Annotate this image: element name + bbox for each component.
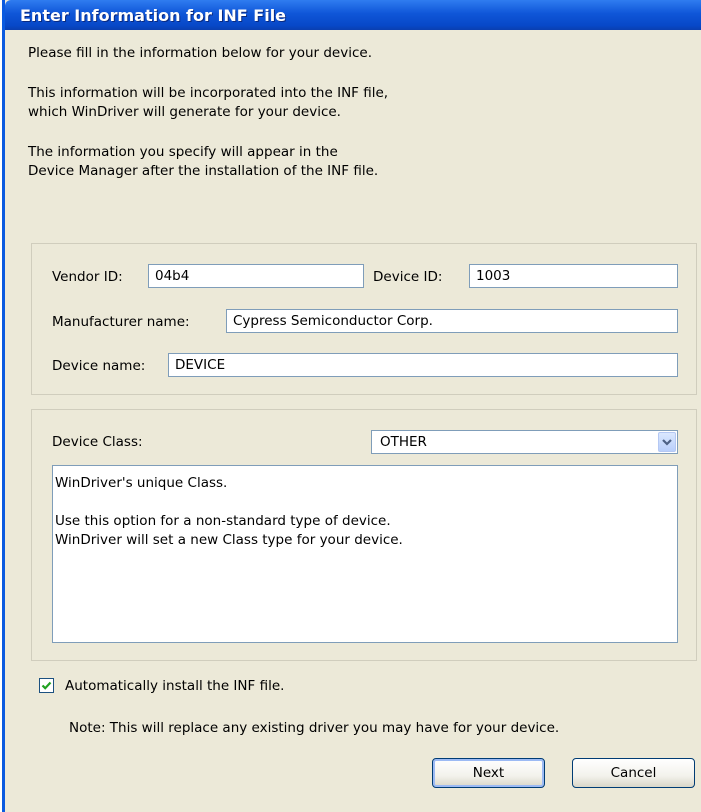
intro-line-3a: The information you specify will appear … (28, 144, 338, 160)
auto-install-checkbox[interactable] (39, 678, 54, 693)
device-id-input[interactable]: 1003 (469, 264, 678, 288)
title-bar[interactable]: Enter Information for INF File (5, 0, 701, 30)
checkmark-icon (41, 681, 52, 690)
intro-line-2b: which WinDriver will generate for your d… (28, 104, 341, 120)
device-class-group: Device Class: OTHER WinDriver's unique C… (31, 409, 697, 661)
next-button[interactable]: Next (432, 758, 545, 788)
vendor-id-input[interactable]: 04b4 (148, 264, 364, 288)
inf-dialog-window: Enter Information for INF File Please fi… (2, 0, 701, 812)
cancel-button[interactable]: Cancel (572, 758, 695, 788)
manufacturer-label: Manufacturer name: (52, 314, 190, 330)
device-id-label: Device ID: (373, 269, 443, 285)
device-class-value: OTHER (380, 434, 427, 450)
device-name-input[interactable]: DEVICE (168, 353, 678, 377)
device-class-description: WinDriver's unique Class. Use this optio… (52, 465, 678, 643)
device-name-label: Device name: (52, 358, 146, 374)
auto-install-label[interactable]: Automatically install the INF file. (65, 678, 284, 694)
chevron-down-icon[interactable] (658, 432, 676, 452)
auto-install-note: Note: This will replace any existing dri… (69, 720, 560, 736)
vendor-id-label: Vendor ID: (52, 269, 123, 285)
intro-line-3b: Device Manager after the installation of… (28, 163, 379, 179)
description-line-1: WinDriver's unique Class. (55, 475, 228, 491)
intro-line-2a: This information will be incorporated in… (28, 85, 389, 101)
device-class-label: Device Class: (52, 434, 143, 450)
description-line-2: Use this option for a non-standard type … (55, 513, 391, 529)
device-class-select[interactable]: OTHER (371, 430, 678, 454)
device-info-group: Vendor ID: 04b4 Device ID: 1003 Manufact… (31, 243, 697, 395)
manufacturer-input[interactable]: Cypress Semiconductor Corp. (226, 309, 678, 333)
window-title: Enter Information for INF File (20, 6, 287, 25)
description-line-3: WinDriver will set a new Class type for … (55, 532, 403, 548)
intro-line-1: Please fill in the information below for… (28, 45, 372, 61)
